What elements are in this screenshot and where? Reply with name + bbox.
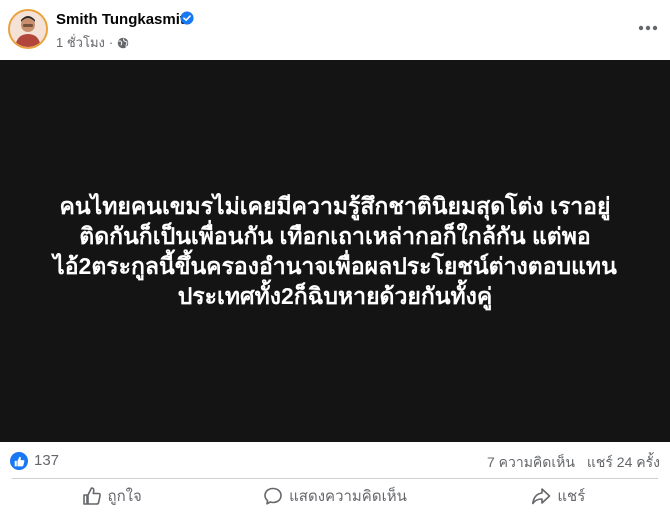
comment-button[interactable]: แสดงความคิดเห็น [223, 480, 446, 512]
thumbs-up-icon [82, 487, 101, 505]
avatar-portrait [10, 11, 46, 47]
like-reaction-icon[interactable] [10, 452, 28, 470]
like-button-label: ถูกใจ [107, 488, 142, 505]
thumbs-up-small-icon [14, 456, 24, 466]
globe-icon [117, 37, 129, 48]
avatar[interactable] [8, 9, 48, 49]
engagement-stats: 7 ความคิดเห็น แชร์ 24 ครั้ง [487, 452, 660, 474]
comment-button-label: แสดงความคิดเห็น [289, 488, 407, 505]
action-bar: ถูกใจ แสดงความคิดเห็น แชร์ [0, 480, 670, 512]
share-button[interactable]: แชร์ [447, 480, 670, 512]
text-post-card[interactable]: คนไทยคนเขมรไม่เคยมีความรู้สึกชาตินิยมสุด… [0, 60, 670, 442]
share-count[interactable]: แชร์ 24 ครั้ง [587, 454, 660, 470]
post-text: คนไทยคนเขมรไม่เคยมีความรู้สึกชาตินิยมสุด… [53, 193, 617, 309]
share-button-label: แชร์ [557, 488, 586, 505]
comment-bubble-icon [264, 487, 282, 505]
divider [12, 478, 658, 479]
more-options-button[interactable] [634, 16, 662, 40]
like-count[interactable]: 137 [34, 452, 59, 469]
share-arrow-icon [532, 488, 551, 505]
meta-separator: · [108, 35, 114, 50]
author-name[interactable]: Smith Tungkasmit [56, 11, 185, 28]
facebook-post: Smith Tungkasmit 1 ชั่วโมง · คนไทยคนเขมร… [0, 0, 670, 512]
post-meta: 1 ชั่วโมง · [56, 32, 129, 53]
comment-count[interactable]: 7 ความคิดเห็น [487, 454, 575, 470]
reactions-bar: 137 7 ความคิดเห็น แชร์ 24 ครั้ง [0, 442, 670, 478]
verified-badge-icon [180, 11, 194, 25]
like-button[interactable]: ถูกใจ [0, 480, 223, 512]
post-header: Smith Tungkasmit 1 ชั่วโมง · [0, 0, 670, 60]
more-options-icon [638, 25, 658, 31]
post-timestamp[interactable]: 1 ชั่วโมง [56, 32, 105, 53]
